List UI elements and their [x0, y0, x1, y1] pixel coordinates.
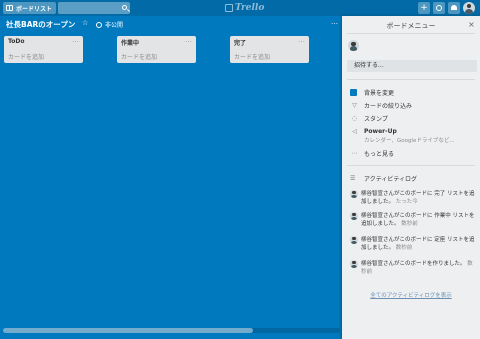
board-icon	[6, 5, 13, 11]
stickers-item[interactable]: ◌ スタンプ	[350, 113, 388, 123]
scrollbar-thumb[interactable]	[3, 328, 253, 333]
trello-logo[interactable]: Trello	[225, 2, 264, 14]
activity-title: アクティビティログ	[364, 176, 417, 183]
search-icon[interactable]	[122, 5, 127, 10]
divider	[347, 165, 475, 166]
list-todo: ToDo … カードを追加	[4, 36, 83, 63]
bell-icon	[451, 5, 457, 10]
list-in-progress: 作業中 … カードを追加	[117, 36, 196, 63]
activity-icon: ☰	[350, 175, 356, 182]
activity-text: 柳谷智宣さんがこのボードに 定座 リストを追加しました。	[361, 237, 475, 251]
invite-button[interactable]: 招待する...	[347, 60, 477, 72]
sticker-icon: ◌	[351, 114, 358, 122]
background-swatch-icon	[350, 88, 357, 96]
visibility-button[interactable]: 非公開	[96, 20, 123, 29]
sidebar-title: ボードメニュー	[386, 22, 436, 30]
list-menu-icon[interactable]: …	[72, 36, 79, 44]
board-title[interactable]: 社長BARのオープン	[6, 19, 75, 30]
activity-avatar[interactable]	[350, 190, 358, 198]
activity-text: 柳谷智宣さんがこのボードを作りました。	[361, 261, 466, 267]
top-bar: ボードリスト Trello +	[0, 0, 480, 16]
add-button[interactable]: +	[418, 2, 430, 14]
powerups-description: カレンダー、Googleドライブなど...	[364, 138, 455, 144]
trello-logo-text: Trello	[235, 3, 265, 13]
board-more-icon[interactable]: …	[331, 18, 338, 26]
menu-item-label: Power-Up	[364, 127, 397, 135]
search-input[interactable]	[58, 2, 130, 14]
notifications-button[interactable]	[448, 2, 460, 14]
rocket-icon: ◁	[352, 127, 357, 135]
divider	[347, 79, 475, 80]
plus-icon: +	[420, 3, 428, 13]
activity-header: ☰ アクティビティログ	[350, 174, 417, 183]
view-all-activity-link[interactable]: 全てのアクティビティログを表示	[342, 291, 480, 299]
list-title[interactable]: ToDo	[8, 38, 25, 45]
filter-cards-item[interactable]: ▽ カードの絞り込み	[350, 100, 412, 110]
board-menu-sidebar: ボードメニュー × 招待する... 背景を変更 ▽ カードの絞り込み ◌ スタン…	[342, 16, 480, 339]
lock-icon	[96, 21, 102, 28]
divider	[347, 33, 475, 34]
list-title[interactable]: 完了	[234, 38, 246, 47]
boards-button[interactable]: ボードリスト	[3, 2, 57, 14]
filter-icon: ▽	[352, 101, 357, 109]
close-icon[interactable]: ×	[468, 20, 475, 29]
more-icon: ⋯	[351, 149, 358, 157]
change-background-item[interactable]: 背景を変更	[350, 87, 394, 97]
activity-time[interactable]: 数秒前	[401, 221, 418, 227]
activity-time[interactable]: たった今	[396, 199, 418, 205]
menu-item-label: 背景を変更	[364, 89, 395, 97]
board-header: 社長BARのオープン ☆ 非公開 …	[0, 16, 342, 32]
list-title[interactable]: 作業中	[121, 38, 139, 47]
star-icon[interactable]: ☆	[82, 19, 88, 27]
activity-avatar[interactable]	[350, 212, 358, 220]
board-scrollbar[interactable]	[3, 328, 340, 333]
activity-avatar[interactable]	[350, 260, 358, 268]
user-avatar[interactable]	[463, 2, 475, 14]
list-done: 完了 … カードを追加	[230, 36, 309, 63]
add-card-button[interactable]: カードを追加	[8, 52, 44, 61]
list-menu-icon[interactable]: …	[298, 36, 305, 44]
activity-time[interactable]: 数秒前	[396, 245, 413, 251]
add-card-button[interactable]: カードを追加	[121, 52, 157, 61]
more-item[interactable]: ⋯ もっと見る	[350, 148, 395, 158]
member-avatar[interactable]	[348, 40, 359, 51]
menu-item-label: もっと見る	[364, 150, 395, 158]
trello-logo-icon	[225, 4, 233, 12]
add-card-button[interactable]: カードを追加	[234, 52, 270, 61]
menu-item-label: カードの絞り込み	[364, 102, 413, 110]
info-icon	[436, 5, 442, 11]
powerups-item[interactable]: ◁ Power-Up	[350, 126, 397, 136]
info-button[interactable]	[433, 2, 445, 14]
list-menu-icon[interactable]: …	[185, 36, 192, 44]
activity-avatar[interactable]	[350, 236, 358, 244]
boards-button-label: ボードリスト	[16, 5, 53, 13]
menu-item-label: スタンプ	[364, 115, 388, 123]
visibility-label: 非公開	[105, 22, 124, 29]
